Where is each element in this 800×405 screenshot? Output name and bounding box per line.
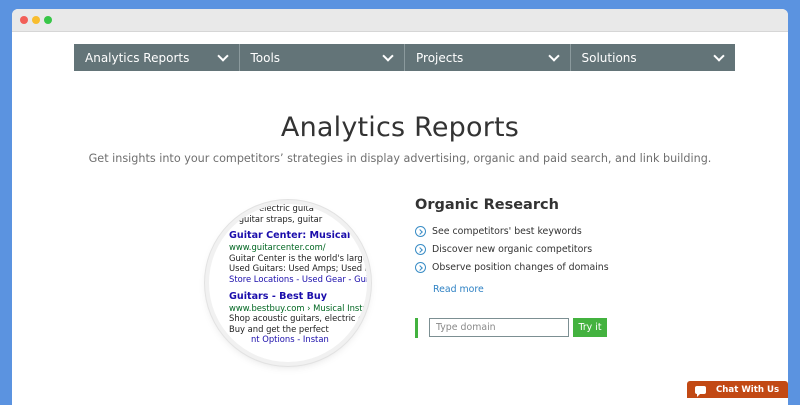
serp-result-url: www.bestbuy.com › Musical Instr — [229, 302, 366, 313]
page-subtitle: Get insights into your competitors’ stra… — [88, 152, 712, 165]
serp-result-links: Store Locations - Used Gear - Guitars — [229, 273, 367, 284]
serp-result-title: Guitars - Best Buy — [229, 290, 328, 302]
serp-result-2: Guitars - Best Buy www.bestbuy.com › Mus… — [229, 290, 367, 345]
main-nav: Analytics Reports Tools Projects Solutio… — [74, 44, 735, 71]
serp-result-url: www.guitarcenter.com/ — [229, 242, 326, 253]
feature-item: Observe position changes of domains — [415, 262, 609, 273]
chevron-circle-right-icon — [415, 244, 426, 255]
organic-research-heading: Organic Research — [415, 197, 559, 213]
chevron-circle-right-icon — [415, 262, 426, 273]
feature-item: Discover new organic competitors — [415, 244, 592, 255]
nav-item-analytics-reports[interactable]: Analytics Reports — [74, 44, 240, 71]
read-more-link[interactable]: Read more — [433, 284, 484, 295]
close-window-dot[interactable] — [20, 16, 28, 24]
nav-item-projects[interactable]: Projects — [405, 44, 571, 71]
chevron-down-icon — [382, 49, 394, 62]
feature-label: Observe position changes of domains — [432, 262, 609, 273]
nav-item-tools[interactable]: Tools — [240, 44, 405, 71]
serp-line: s, guitar straps, guitar — [229, 213, 323, 224]
serp-result-desc: Used Guitars: Used Amps; Used Bas — [229, 263, 367, 274]
serp-snippet-top: electric guita s, guitar straps, guitar — [229, 204, 367, 224]
domain-input[interactable] — [429, 318, 569, 337]
serp-preview: electric guita s, guitar straps, guitar … — [229, 204, 367, 350]
page-title: Analytics Reports — [280, 112, 520, 143]
feature-label: Discover new organic competitors — [432, 244, 593, 255]
serp-result-desc: Buy and get the perfect — [229, 323, 329, 334]
minimize-window-dot[interactable] — [32, 16, 40, 24]
nav-item-label: Analytics Reports — [85, 50, 190, 65]
chevron-down-icon — [547, 49, 560, 62]
serp-result-links: nt Options - Instan — [251, 334, 329, 345]
chevron-down-icon — [216, 49, 229, 62]
nav-item-label: Solutions — [581, 50, 637, 65]
serp-result-1: Guitar Center: Musical Instr www.guitarc… — [229, 229, 367, 284]
try-it-button[interactable]: Try it — [573, 318, 607, 337]
chat-with-us-button[interactable]: Chat With Us — [687, 381, 788, 398]
serp-result-desc: Guitar Center is the world's largest — [229, 252, 367, 263]
green-accent-bar — [415, 318, 418, 338]
maximize-window-dot[interactable] — [44, 16, 52, 24]
serp-result-title: Guitar Center: Musical Instr — [229, 230, 367, 242]
nav-item-label: Projects — [416, 50, 464, 65]
window-titlebar — [12, 9, 788, 32]
chevron-circle-right-icon — [415, 226, 426, 237]
chat-label: Chat With Us — [716, 384, 780, 395]
serp-result-desc: Shop acoustic guitars, electric gu — [229, 313, 367, 324]
serp-line: electric guita — [259, 204, 314, 213]
nav-item-solutions[interactable]: Solutions — [571, 44, 736, 71]
search-results-magnifier-image: electric guita s, guitar straps, guitar … — [209, 204, 367, 362]
feature-label: See competitors' best keywords — [432, 226, 582, 237]
chat-bubble-icon — [695, 385, 706, 397]
nav-item-label: Tools — [250, 50, 281, 65]
chevron-down-icon — [713, 49, 725, 62]
browser-window: Analytics Reports Tools Projects Solutio… — [12, 9, 788, 405]
feature-item: See competitors' best keywords — [415, 226, 582, 237]
